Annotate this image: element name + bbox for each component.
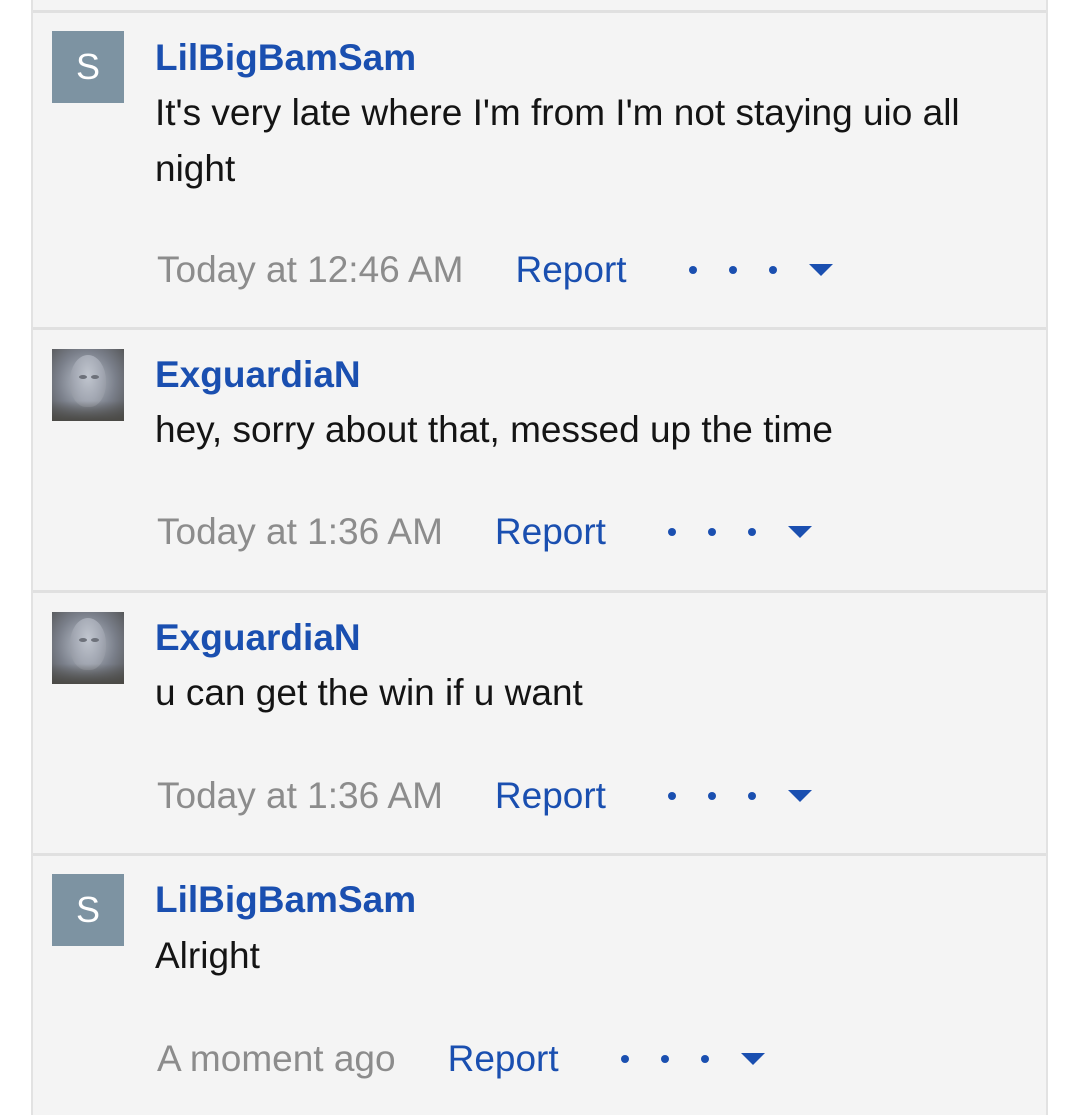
message-item: ExguardiaN hey, sorry about that, messed… <box>33 330 1046 593</box>
username-link[interactable]: ExguardiaN <box>155 354 361 396</box>
more-options-icon[interactable] <box>688 264 833 276</box>
avatar[interactable]: S <box>52 31 124 103</box>
avatar-shadow <box>52 664 124 684</box>
dot <box>700 1055 709 1063</box>
dot <box>660 1055 669 1063</box>
dot <box>707 528 716 536</box>
message-meta: A moment ago Report <box>157 1034 765 1084</box>
timestamp: Today at 1:36 AM <box>157 511 443 552</box>
more-options-icon[interactable] <box>667 790 812 802</box>
report-link[interactable]: Report <box>448 1038 559 1080</box>
dot <box>768 266 777 274</box>
timestamp: Today at 1:36 AM <box>157 775 443 816</box>
message-meta: Today at 1:36 AM Report <box>157 507 812 557</box>
dot <box>728 266 737 274</box>
message-thread: S LilBigBamSam It's very late where I'm … <box>31 0 1048 1115</box>
timestamp: Today at 12:46 AM <box>157 249 464 290</box>
avatar-eye <box>79 638 87 642</box>
report-link[interactable]: Report <box>495 775 606 817</box>
chevron-down-icon <box>787 790 812 802</box>
avatar[interactable] <box>52 612 124 684</box>
avatar-eye <box>91 638 99 642</box>
username-link[interactable]: LilBigBamSam <box>155 37 416 79</box>
message-item: ExguardiaN u can get the win if u want T… <box>33 593 1046 856</box>
dot <box>620 1055 629 1063</box>
avatar-face <box>70 355 106 407</box>
report-link[interactable]: Report <box>515 249 626 291</box>
message-text: u can get the win if u want <box>155 672 583 713</box>
message-meta: Today at 1:36 AM Report <box>157 771 812 821</box>
avatar-shadow <box>52 401 124 421</box>
avatar-eye <box>79 375 87 379</box>
dot <box>747 528 756 536</box>
dot <box>707 792 716 800</box>
message-text: hey, sorry about that, messed up the tim… <box>155 409 833 450</box>
avatar[interactable]: S <box>52 874 124 946</box>
dot <box>667 792 676 800</box>
avatar[interactable] <box>52 349 124 421</box>
dot <box>688 266 697 274</box>
report-link[interactable]: Report <box>495 511 606 553</box>
avatar-face <box>70 618 106 670</box>
username-link[interactable]: ExguardiaN <box>155 617 361 659</box>
chevron-down-icon <box>808 264 833 276</box>
dot <box>667 528 676 536</box>
avatar-eye <box>91 375 99 379</box>
timestamp: A moment ago <box>157 1038 396 1079</box>
message-item: S LilBigBamSam It's very late where I'm … <box>33 13 1046 330</box>
message-item: S LilBigBamSam Alright A moment ago Repo… <box>33 856 1046 1115</box>
more-options-icon[interactable] <box>620 1053 765 1065</box>
message-text: Alright <box>155 935 260 976</box>
dot <box>747 792 756 800</box>
chevron-down-icon <box>740 1053 765 1065</box>
username-link[interactable]: LilBigBamSam <box>155 879 416 921</box>
message-text: It's very late where I'm from I'm not st… <box>155 92 960 189</box>
message-meta: Today at 12:46 AM Report <box>157 245 833 295</box>
chevron-down-icon <box>787 526 812 538</box>
more-options-icon[interactable] <box>667 526 812 538</box>
